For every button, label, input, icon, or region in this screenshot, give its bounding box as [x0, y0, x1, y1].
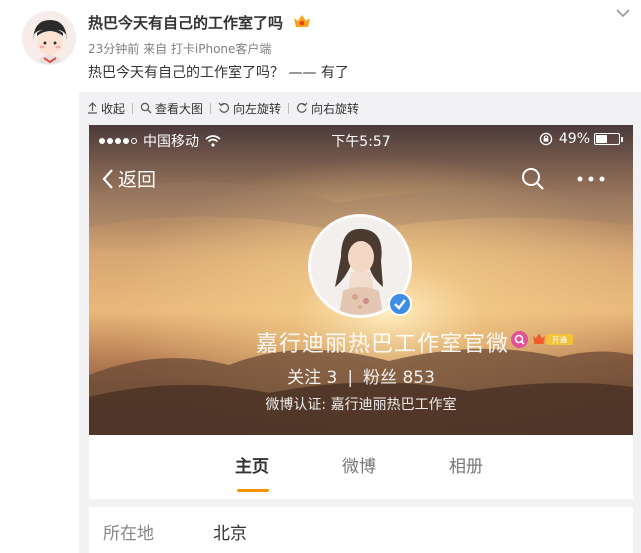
followers-label: 粉丝 [363, 368, 398, 388]
post-header: 热巴今天有自己的工作室了吗 23分钟前 来自 打卡iPhone客户端 热巴今天有… [0, 0, 641, 92]
rotate-left-button[interactable]: 向左旋转 [218, 100, 281, 117]
status-right: 49% [539, 131, 623, 147]
collapse-icon [88, 102, 97, 114]
location-label: 所在地 [103, 524, 154, 544]
tab-weibo[interactable]: 微博 [342, 452, 376, 477]
svg-text:开通: 开通 [552, 335, 567, 345]
battery-percent: 49% [558, 131, 590, 147]
chevron-down-icon[interactable] [614, 6, 632, 20]
status-bar: 中国移动 下午5:57 49% [89, 125, 633, 155]
profile-name: 嘉行迪丽热巴工作室官微 [255, 332, 509, 357]
vip-open-icon: 开通 [533, 333, 573, 345]
profile-tabs: 主页 微博 相册 [89, 435, 633, 499]
magnifier-icon [140, 102, 152, 114]
following-count: 3 [326, 368, 338, 388]
active-tab-indicator [237, 489, 269, 492]
location-row: 所在地 北京 [89, 507, 633, 553]
search-button[interactable] [521, 167, 545, 195]
following-label: 关注 [287, 368, 322, 388]
rotate-right-label: 向右旋转 [311, 101, 360, 116]
rotate-left-label: 向左旋转 [233, 101, 282, 116]
post-meta: 23分钟前 来自 打卡iPhone客户端 [88, 42, 272, 56]
view-large-button[interactable]: 查看大图 [140, 100, 203, 117]
toolbar-divider [132, 102, 134, 114]
following-stat[interactable]: 关注 3 [287, 368, 337, 388]
tab-home[interactable]: 主页 [235, 452, 269, 477]
rotate-right-button[interactable]: 向右旋转 [296, 100, 359, 117]
followers-stat[interactable]: 粉丝 853 [363, 368, 435, 388]
collapse-button[interactable]: 收起 [87, 100, 125, 117]
view-large-label: 查看大图 [155, 101, 204, 116]
verified-badge-icon [388, 292, 412, 316]
media-toolbar: 收起 查看大图 向左旋转 向右旋转 [87, 99, 359, 117]
back-button[interactable]: 返回 [101, 165, 156, 192]
post-text: 热巴今天有自己的工作室了吗？ —— 有了 [88, 65, 349, 81]
back-label: 返回 [118, 169, 157, 191]
more-dots-icon [577, 176, 605, 182]
rotate-right-icon [297, 102, 308, 113]
stats-divider: | [347, 368, 354, 388]
vip-crown-icon [294, 15, 310, 27]
tab-album[interactable]: 相册 [449, 452, 483, 477]
follow-stats: 关注 3 | 粉丝 853 [89, 363, 633, 388]
more-button[interactable] [576, 169, 606, 193]
media-area: 收起 查看大图 向左旋转 向右旋转 中国移动 下午5:57 49% 返回 嘉行迪… [79, 92, 641, 553]
toolbar-divider [210, 102, 212, 114]
verification-text: 微博认证: 嘉行迪丽热巴工作室 [265, 397, 457, 413]
rotation-lock-icon [539, 132, 553, 146]
followers-count: 853 [402, 368, 435, 388]
weibo-member-icon [511, 331, 528, 348]
phone-nav-bar: 返回 [89, 161, 633, 201]
location-value: 北京 [213, 524, 247, 544]
author-avatar[interactable] [22, 11, 76, 65]
author-name[interactable]: 热巴今天有自己的工作室了吗 [88, 12, 283, 33]
phone-screenshot[interactable]: 中国移动 下午5:57 49% 返回 嘉行迪丽热巴工作室官微 开通 关注 3 |… [89, 125, 633, 553]
rotate-left-icon [218, 102, 230, 113]
battery-icon [594, 133, 620, 145]
toolbar-divider [288, 102, 290, 114]
collapse-label: 收起 [101, 101, 126, 116]
search-icon [522, 168, 544, 190]
chevron-left-icon [102, 168, 113, 189]
